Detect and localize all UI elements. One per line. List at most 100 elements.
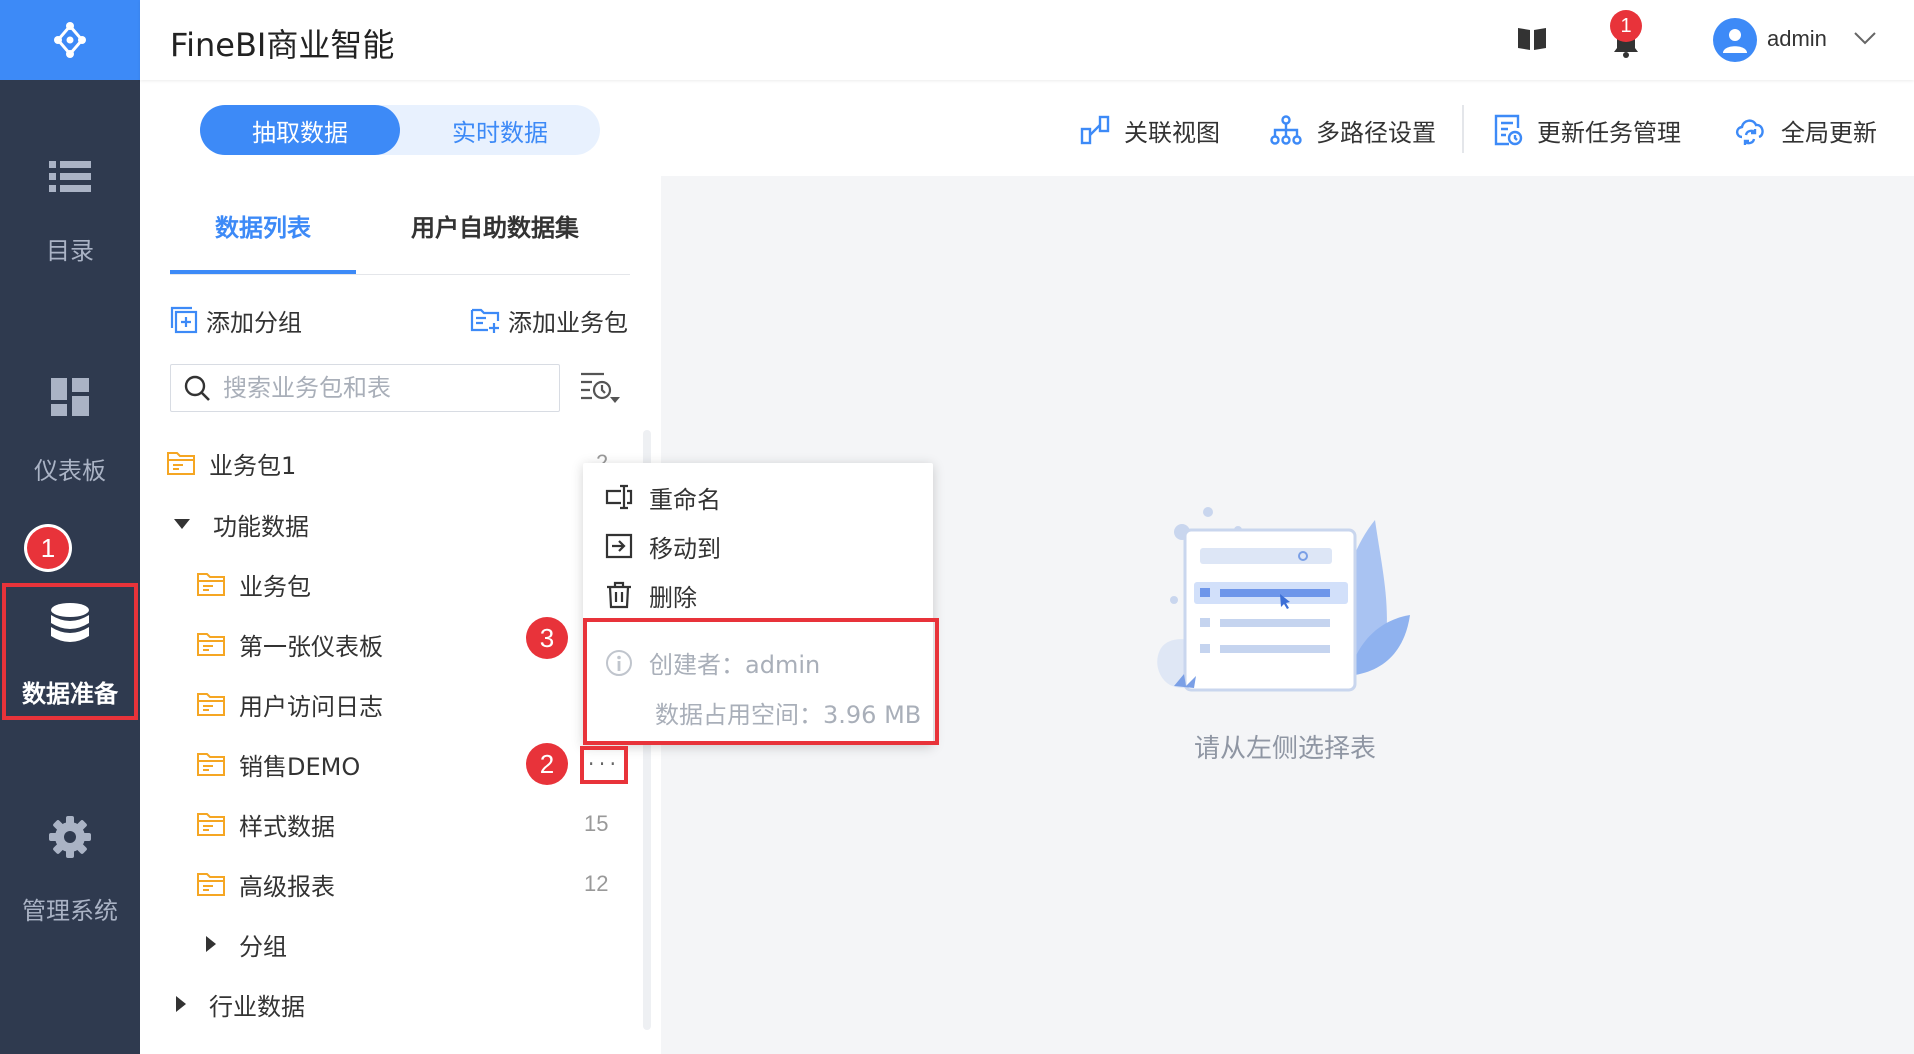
tree-item-business-package[interactable]: 业务包: [197, 562, 311, 606]
avatar[interactable]: [1713, 18, 1757, 62]
left-nav: 目录 仪表板 数据准备 管理系统: [0, 0, 140, 1054]
tree-item-sales-demo[interactable]: 销售DEMO: [197, 742, 360, 786]
tree-item-label: 业务包1: [209, 451, 297, 480]
relation-view-icon: [1080, 115, 1110, 145]
tree-item-label: 行业数据: [209, 992, 305, 1021]
sort-filter-button[interactable]: [578, 370, 622, 410]
folder-icon: [197, 813, 225, 836]
tree-item-label: 销售DEMO: [239, 752, 361, 781]
tree-item-style-data[interactable]: 样式数据: [197, 802, 335, 846]
update-task-management-label: 更新任务管理: [1537, 118, 1681, 147]
folder-icon: [197, 753, 225, 776]
mode-extract-button[interactable]: 抽取数据: [200, 105, 400, 155]
relation-view-label: 关联视图: [1124, 118, 1220, 147]
gear-icon: [48, 815, 92, 859]
tree-item-label: 分组: [239, 932, 287, 961]
relation-view-button[interactable]: 关联视图: [1080, 110, 1220, 150]
folder-icon: [197, 573, 225, 596]
mode-realtime-button[interactable]: 实时数据: [400, 105, 600, 155]
app-title: FineBI商业智能: [170, 26, 395, 64]
database-icon: [48, 602, 92, 646]
caret-down-icon: [174, 519, 190, 529]
data-space-info: 数据占用空间：3.96 MB: [655, 701, 922, 729]
nav-label: 目录: [46, 237, 94, 265]
tree-item-industry-data[interactable]: 行业数据: [175, 982, 305, 1026]
multi-path-settings-label: 多路径设置: [1316, 118, 1436, 147]
sort-by-time-icon: [581, 372, 620, 403]
multi-path-settings-button[interactable]: 多路径设置: [1270, 110, 1436, 150]
tab-data-list[interactable]: 数据列表: [170, 210, 356, 274]
tree-item-label: 样式数据: [239, 812, 335, 841]
tree-item-first-dashboard[interactable]: 第一张仪表板: [197, 622, 383, 666]
cloud-refresh-icon: [1735, 119, 1764, 145]
more-options-button[interactable]: ···: [585, 748, 619, 782]
tree-item-count: 12: [584, 871, 609, 896]
tree-item-group[interactable]: 分组: [205, 922, 287, 966]
user-icon: [1723, 29, 1747, 53]
logo[interactable]: [0, 0, 140, 80]
add-group-label: 添加分组: [206, 308, 302, 337]
book-help-icon[interactable]: [1517, 26, 1547, 56]
empty-state-illustration: [1150, 490, 1420, 714]
user-name[interactable]: admin: [1767, 26, 1827, 52]
menu-item-rename[interactable]: 重命名: [605, 477, 721, 517]
notification-count-badge: 1: [1610, 10, 1642, 42]
trash-icon: [607, 581, 631, 609]
empty-state-text: 请从左侧选择表: [1193, 734, 1376, 764]
menu-item-move-to[interactable]: 移动到: [605, 526, 721, 566]
tabs-divider: [170, 274, 630, 275]
chevron-down-icon[interactable]: [1853, 30, 1877, 49]
menu-item-label: 删除: [649, 583, 697, 612]
caret-right-icon: [176, 996, 186, 1012]
caret-right-icon: [206, 936, 216, 952]
search-icon: [184, 375, 210, 401]
dashboard-grid-icon: [48, 375, 92, 419]
header: FineBI商业智能 1 admin: [140, 0, 1914, 80]
global-update-button[interactable]: 全局更新: [1733, 110, 1877, 150]
add-business-package-label: 添加业务包: [508, 308, 628, 337]
tree-item-label: 用户访问日志: [239, 692, 383, 721]
annotation-badge-3: 3: [526, 617, 568, 659]
annotation-badge-2: 2: [526, 743, 568, 785]
task-schedule-icon: [1494, 114, 1523, 146]
tab-self-service-dataset[interactable]: 用户自助数据集: [380, 210, 610, 246]
tree-item-function-data[interactable]: 功能数据: [173, 502, 309, 546]
nav-label: 管理系统: [22, 897, 118, 925]
info-icon: [606, 649, 632, 676]
nav-label: 仪表板: [34, 457, 106, 485]
tree-item-label: 高级报表: [239, 872, 335, 901]
update-task-management-button[interactable]: 更新任务管理: [1493, 110, 1681, 150]
context-menu: 重命名 移动到 删除 创建者：admin 数据占用空间：3.96 MB: [583, 463, 933, 745]
nav-item-dashboard[interactable]: 仪表板: [0, 375, 140, 486]
toolbar-divider: [1462, 105, 1464, 153]
tree-item-count: 15: [584, 811, 609, 836]
add-business-package-button[interactable]: 添加业务包: [470, 302, 628, 338]
menu-item-label: 移动到: [649, 534, 721, 563]
search-box: [170, 364, 560, 412]
hierarchy-icon: [1270, 115, 1302, 145]
folder-icon: [197, 693, 225, 716]
global-update-label: 全局更新: [1781, 118, 1877, 147]
add-group-button[interactable]: 添加分组: [170, 302, 302, 338]
nav-item-data-preparation[interactable]: 数据准备: [0, 590, 140, 720]
move-to-icon: [605, 533, 633, 559]
tree-item-label: 功能数据: [213, 512, 309, 541]
tree-item-business-package-1[interactable]: 业务包1: [167, 441, 296, 485]
list-icon: [48, 155, 92, 199]
add-square-icon: [170, 306, 198, 334]
search-input[interactable]: [223, 374, 543, 402]
tree-item-user-access-log[interactable]: 用户访问日志: [197, 682, 383, 726]
folder-icon: [167, 452, 195, 475]
nav-item-catalog[interactable]: 目录: [0, 155, 140, 266]
creator-info: 创建者：admin: [605, 645, 820, 680]
nav-item-admin[interactable]: 管理系统: [0, 815, 140, 926]
tree-item-advanced-report[interactable]: 高级报表: [197, 862, 335, 906]
tree-item-label: 第一张仪表板: [239, 632, 383, 661]
annotation-badge-1: 1: [27, 527, 69, 569]
finebi-logo-icon: [54, 22, 86, 58]
add-folder-icon: [470, 308, 500, 333]
nav-label: 数据准备: [22, 679, 118, 708]
data-mode-switch: 抽取数据 实时数据: [200, 105, 600, 155]
menu-item-delete[interactable]: 删除: [605, 575, 697, 615]
menu-item-label: 重命名: [649, 485, 721, 514]
